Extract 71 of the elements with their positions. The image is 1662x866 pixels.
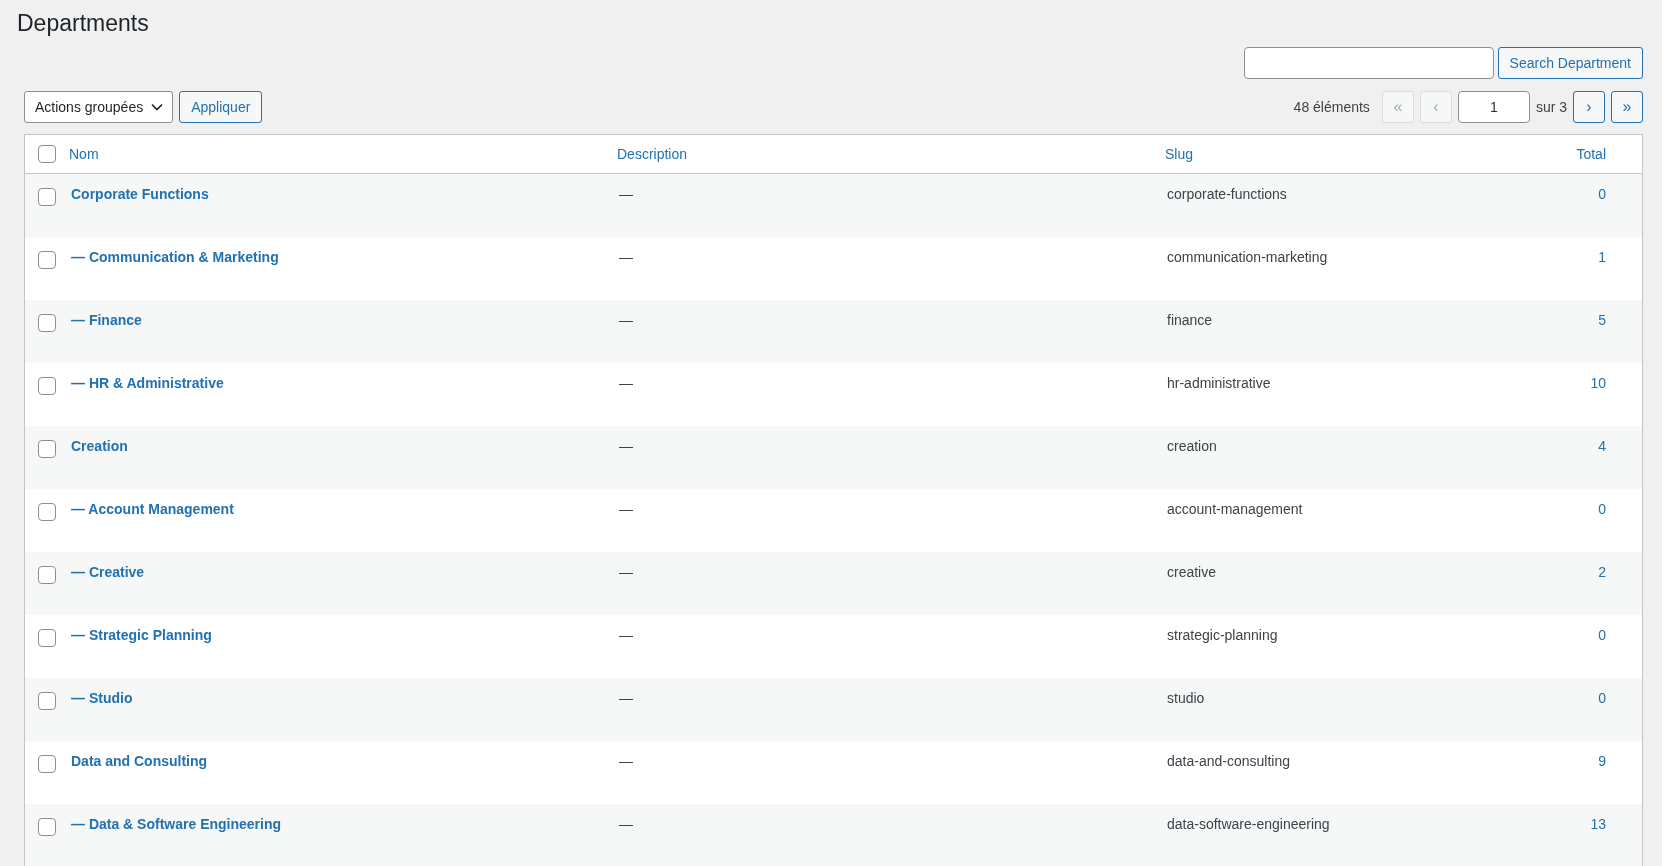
row-checkbox[interactable] — [38, 377, 56, 395]
search-button[interactable]: Search Department — [1497, 47, 1643, 79]
column-header[interactable]: Slug — [1165, 146, 1194, 162]
total-count-link[interactable]: 9 — [1598, 753, 1606, 769]
row-checkbox[interactable] — [38, 692, 56, 710]
department-name-link[interactable]: — Studio — [71, 690, 133, 706]
department-name-link[interactable]: — Creative — [71, 564, 145, 580]
description-cell: — — [619, 375, 633, 391]
department-name-link[interactable]: — Communication & Marketing — [71, 249, 279, 265]
row-checkbox[interactable] — [38, 818, 56, 836]
row-checkbox[interactable] — [38, 188, 56, 206]
slug-cell: data-and-consulting — [1167, 753, 1290, 769]
row-checkbox[interactable] — [38, 566, 56, 584]
department-name-link[interactable]: — Account Management — [71, 501, 234, 517]
department-name-link[interactable]: — Data & Software Engineering — [71, 816, 282, 832]
total-count-link[interactable]: 13 — [1590, 816, 1606, 832]
page-title: Departments — [17, 9, 150, 38]
department-name-link[interactable]: Creation — [71, 438, 128, 454]
description-cell: — — [619, 753, 633, 769]
total-count-link[interactable]: 0 — [1598, 627, 1606, 643]
description-cell: — — [619, 249, 633, 265]
slug-cell: creative — [1167, 564, 1217, 580]
total-count-link[interactable]: 5 — [1598, 312, 1606, 328]
slug-cell: creation — [1167, 438, 1217, 454]
page-total: sur 3 — [1535, 99, 1567, 115]
apply-button[interactable]: Appliquer — [179, 91, 263, 123]
department-name-link[interactable]: Data and Consulting — [71, 753, 208, 769]
description-cell: — — [619, 312, 633, 328]
total-count-link[interactable]: 2 — [1598, 564, 1606, 580]
department-name-link[interactable]: — Strategic Planning — [71, 627, 212, 643]
description-cell: — — [619, 564, 633, 580]
description-cell: — — [619, 438, 633, 454]
page-number-field[interactable]: 1 — [1457, 91, 1530, 123]
slug-cell: communication-marketing — [1167, 249, 1328, 265]
select-all-checkbox[interactable] — [38, 145, 56, 163]
row-checkbox[interactable] — [38, 503, 56, 521]
column-header[interactable]: Description — [617, 146, 688, 162]
description-cell: — — [619, 816, 633, 832]
slug-cell: data-software-engineering — [1167, 816, 1330, 832]
search-field[interactable] — [1243, 47, 1494, 79]
column-header[interactable]: Total — [1576, 146, 1606, 162]
total-count-link[interactable]: 0 — [1598, 690, 1606, 706]
column-header[interactable]: Nom — [69, 146, 99, 162]
total-count-link[interactable]: 4 — [1598, 438, 1606, 454]
total-count-link[interactable]: 10 — [1590, 375, 1606, 391]
total-count-link[interactable]: 0 — [1598, 186, 1606, 202]
total-count-link[interactable]: 0 — [1598, 501, 1606, 517]
description-cell: — — [619, 501, 633, 517]
page-nav-button[interactable]: » — [1611, 91, 1643, 123]
row-checkbox[interactable] — [38, 440, 56, 458]
row-checkbox[interactable] — [38, 314, 56, 332]
department-name-link[interactable]: — HR & Administrative — [71, 375, 224, 391]
department-name-link[interactable]: Corporate Functions — [71, 186, 209, 202]
description-cell: — — [619, 186, 633, 202]
slug-cell: corporate-functions — [1167, 186, 1287, 202]
item-count: 48 éléments — [1293, 99, 1370, 115]
slug-cell: finance — [1167, 312, 1213, 328]
page-nav-button[interactable]: › — [1573, 91, 1605, 123]
slug-cell: account-management — [1167, 501, 1303, 517]
description-cell: — — [619, 690, 633, 706]
chevron-down-icon — [151, 103, 164, 111]
slug-cell: strategic-planning — [1167, 627, 1278, 643]
row-checkbox[interactable] — [38, 629, 56, 647]
department-name-link[interactable]: — Finance — [71, 312, 142, 328]
description-cell: — — [619, 627, 633, 643]
slug-cell: hr-administrative — [1167, 375, 1271, 391]
row-checkbox[interactable] — [38, 755, 56, 773]
slug-cell: studio — [1167, 690, 1205, 706]
bulk-actions-dropdown[interactable]: Actions groupées — [24, 91, 174, 123]
total-count-link[interactable]: 1 — [1598, 249, 1606, 265]
row-checkbox[interactable] — [38, 251, 56, 269]
